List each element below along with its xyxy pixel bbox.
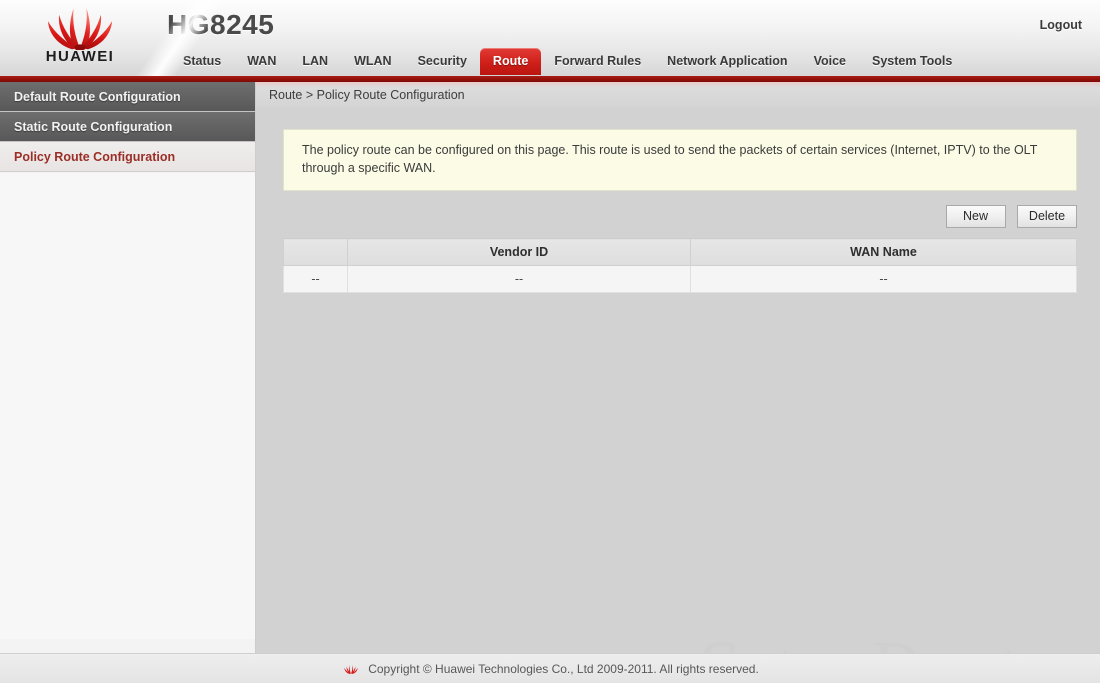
- page-title: HG8245: [167, 9, 275, 40]
- sidebar: Default Route Configuration Static Route …: [0, 82, 256, 653]
- column-header-select: [283, 238, 348, 267]
- copyright-text: Copyright © Huawei Technologies Co., Ltd…: [368, 661, 759, 676]
- table-body: -- -- --: [283, 265, 1077, 294]
- nav-item-route[interactable]: Route: [479, 48, 542, 75]
- sidebar-item-static-route-configuration[interactable]: Static Route Configuration: [0, 112, 255, 142]
- table-toolbar: New Delete: [283, 205, 1077, 229]
- nav-item-network-application[interactable]: Network Application: [654, 48, 800, 75]
- logout-button[interactable]: Logout: [1040, 18, 1082, 32]
- nav-item-voice[interactable]: Voice: [801, 48, 859, 75]
- breadcrumb: Route > Policy Route Configuration: [256, 82, 1100, 108]
- nav-item-forward-rules[interactable]: Forward Rules: [541, 48, 654, 75]
- column-header-vendor-id: Vendor ID: [347, 238, 691, 267]
- nav-item-status[interactable]: Status: [170, 48, 234, 75]
- table-header-row: Vendor ID WAN Name: [283, 238, 1077, 267]
- page-body: Default Route Configuration Static Route …: [0, 82, 1100, 653]
- sidebar-item-policy-route-configuration[interactable]: Policy Route Configuration: [0, 142, 255, 172]
- table-cell: --: [347, 265, 691, 294]
- nav-item-system-tools[interactable]: System Tools: [859, 48, 965, 75]
- nav-item-security[interactable]: Security: [405, 48, 480, 75]
- table-head: Vendor ID WAN Name: [283, 238, 1077, 267]
- content-area: Route > Policy Route Configuration The p…: [256, 82, 1100, 653]
- page-header: HUAWEI HG8245 Logout Status WAN LAN WLAN Sec…: [0, 0, 1100, 76]
- table-cell: --: [690, 265, 1077, 294]
- nav-item-wlan[interactable]: WLAN: [341, 48, 405, 75]
- huawei-flower-logo: [32, 2, 128, 51]
- policy-route-table: Vendor ID WAN Name -- -- --: [283, 238, 1077, 294]
- page-footer: Copyright © Huawei Technologies Co., Ltd…: [0, 653, 1100, 683]
- main-navigation: Status WAN LAN WLAN Security Route Forward Rul…: [0, 48, 1100, 76]
- nav-item-lan[interactable]: LAN: [289, 48, 341, 75]
- huawei-flower-logo: [341, 662, 361, 676]
- info-message: The policy route can be configured on th…: [283, 129, 1077, 192]
- column-header-wan-name: WAN Name: [690, 238, 1077, 267]
- nav-item-wan[interactable]: WAN: [234, 48, 289, 75]
- new-button[interactable]: New: [945, 205, 1006, 229]
- delete-button[interactable]: Delete: [1017, 205, 1077, 229]
- table-row[interactable]: -- -- --: [283, 265, 1077, 294]
- site-watermark: SetupRouter.co: [699, 625, 1100, 653]
- policy-route-panel: The policy route can be configured on th…: [283, 129, 1077, 294]
- sidebar-item-default-route-configuration[interactable]: Default Route Configuration: [0, 82, 255, 112]
- sidebar-empty-area: [0, 173, 255, 639]
- table-cell: --: [283, 265, 348, 294]
